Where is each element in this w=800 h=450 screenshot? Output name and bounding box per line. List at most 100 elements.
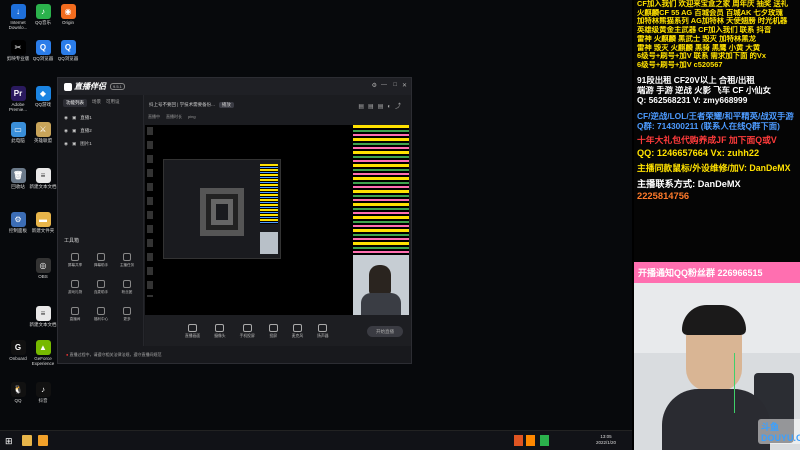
desktop-icon-label: 新建文本文档 [29, 322, 57, 327]
stream-preview[interactable] [145, 125, 409, 315]
desktop-icon-label: QQ [14, 398, 22, 403]
overlay-text-line: CF/逆战/LOL/王者荣耀/和平精英/战双手游 [637, 111, 794, 121]
desktop-icon[interactable]: ♪ QQ音乐 [29, 4, 57, 25]
tool-label: 游戏礼物 [67, 290, 83, 294]
overlay-text-line: 英雄级黄金主武器 CF加入我们 联系 抖音 [637, 26, 772, 35]
settings-icon[interactable]: ⚙ [372, 82, 377, 89]
desktop-icon[interactable]: ✂ 剪映专业版 [4, 40, 32, 61]
toolbox-item[interactable]: 游戏礼物 [62, 280, 88, 295]
tool-icon [97, 307, 105, 315]
close-icon[interactable]: ✕ [402, 82, 407, 89]
desktop-icon[interactable]: ↓ Internet Downlo... [4, 4, 32, 31]
scene-label: 直播2 [80, 127, 92, 133]
start-live-button[interactable]: 开始直播 [367, 326, 403, 337]
overlay-text-line: 雷神 毁灭 火麒麟 黑骑 黑鹰 小黄 大黄 [637, 43, 761, 52]
desktop-icon[interactable]: ▲ GeForce Experience [29, 340, 57, 367]
eye-icon[interactable]: ◉ [64, 115, 68, 121]
qq-game-icon: ◆ [35, 86, 51, 101]
bottom-tool-button[interactable]: 摄像头 [214, 324, 226, 339]
desktop-icon[interactable]: ♪ 抖音 [29, 382, 57, 403]
desktop-icon-label: QQ浏览器 [57, 56, 79, 61]
eye-icon[interactable]: ◉ [64, 128, 68, 134]
stream-info-overlay: CF加入我们 欢迎来宝盒之家 周年庆 抽奖 送礼 火麒麟CF 55 AG 百城会员… [634, 0, 800, 262]
desktop-icon[interactable]: ⚔ 英雄联盟 [29, 122, 57, 143]
start-icon[interactable]: ⊞ [5, 436, 13, 447]
tool-icon [71, 253, 79, 261]
toolbox-item[interactable]: 屏幕共享 [62, 253, 88, 268]
toolbox-item[interactable]: 连麦助手 [88, 280, 114, 295]
bottom-tool-icon [242, 324, 252, 332]
scene-item[interactable]: ◉ ▣ 直播1 [58, 111, 143, 124]
preview-header: 抖上号不要回 | 学技术需要备份... 播放 ▤▤▤◐⤴ [145, 95, 411, 115]
overlay-text-line: 主播联系方式: DanDeMX [637, 179, 741, 190]
taskbar-app-icon[interactable] [38, 435, 48, 446]
desktop-icon-label: 新建文本文档 [29, 184, 57, 189]
toolbox-item[interactable]: 福利中心 [88, 307, 114, 322]
toolbox-item[interactable]: 直播间 [62, 307, 88, 322]
desktop-icon[interactable]: 🗑 回收站 [4, 168, 32, 189]
preview-title: 抖上号不要回 | 学技术需要备份... [149, 102, 215, 107]
nested-window [163, 159, 281, 259]
live-companion-window: 直播伴侣 9.5.1 ⚙ — □ ✕ 功能列表 场景 可用设 ◉ ▣ 直播1 ◉ ▣ 直… [57, 77, 412, 364]
preview-badge[interactable]: 播放 [218, 102, 234, 108]
bottom-tool-button[interactable]: 直播画面 [185, 324, 200, 339]
toolbox-item[interactable]: 粉丝团 [114, 280, 140, 295]
bottom-tool-button[interactable]: 手机投屏 [240, 324, 255, 339]
desktop-icon[interactable]: Q QQ浏览器 [29, 40, 57, 61]
overlay-text-line: 加特林熊猫系列 AG加特林 天使翅膀 时光机器 [637, 17, 788, 26]
computer-icon: ▭ [10, 122, 26, 137]
bottom-tool-button[interactable]: 投屏 [268, 324, 278, 339]
scene-item[interactable]: ◉ ▣ 图片1 [58, 137, 143, 150]
tool-label: 连麦助手 [93, 290, 109, 294]
toolbox-item[interactable]: 主播任务 [114, 253, 140, 268]
desktop-icon[interactable]: ≡ 新建文本文档 [29, 168, 57, 189]
taskbar-tray-icon[interactable] [540, 435, 549, 446]
desktop-icon[interactable]: Q QQ浏览器 [54, 40, 82, 61]
eye-icon[interactable]: ◉ [64, 141, 68, 147]
desktop-icon[interactable]: ▭ 此电脑 [4, 122, 32, 143]
tab-scenes[interactable]: 场景 [92, 99, 101, 107]
text-file-icon: ≡ [35, 168, 51, 183]
toolbox-item[interactable]: 更多 [114, 307, 140, 322]
desktop-icon[interactable]: ◉ Origin [54, 4, 82, 25]
lock-icon[interactable]: ▣ [72, 115, 76, 121]
bottom-tool-label: 摄像头 [214, 334, 226, 338]
desktop-icon[interactable]: ⚙ 控制面板 [4, 212, 32, 233]
lock-icon[interactable]: ▣ [72, 141, 76, 147]
overlay-text-line: CF加入我们 欢迎来宝盒之家 周年庆 抽奖 送礼 [637, 0, 789, 8]
scene-item[interactable]: ◉ ▣ 直播2 [58, 124, 143, 137]
tool-icon [123, 307, 131, 315]
taskbar-app-icon[interactable] [22, 435, 32, 446]
desktop-icon-label: QQ游戏 [34, 102, 51, 107]
desktop-icon[interactable]: 🐧 QQ [4, 382, 32, 403]
desktop-icon[interactable]: ≡ 新建文本文档 [29, 306, 57, 327]
desktop-icon[interactable]: ▬ 新建文件夹 [29, 212, 57, 233]
preview-action-icons[interactable]: ▤▤▤◐⤴ [358, 101, 405, 110]
maximize-icon[interactable]: □ [393, 82, 397, 88]
logitech-icon: G [10, 340, 26, 355]
minimize-icon[interactable]: — [381, 82, 387, 88]
app-name: 直播伴侣 [74, 82, 106, 91]
douyu-watermark: 斗鱼 DOUYU.COM [758, 419, 800, 444]
clock[interactable]: 13:05 2022/1/20 [596, 434, 616, 446]
desktop-icon[interactable]: Pr Adobe Premie... [4, 86, 32, 113]
bottom-tool-button[interactable]: 麦克风 [292, 324, 303, 339]
nested-camera [260, 232, 278, 254]
desktop-icon-label: GeForce Experience [31, 356, 55, 367]
tab-devices[interactable]: 可用设 [106, 99, 120, 107]
tool-label: 粉丝团 [121, 290, 133, 294]
desktop-icon[interactable]: G Onboard [4, 340, 32, 361]
desktop-icon[interactable]: ◎ OBS [29, 258, 57, 279]
bottom-tool-button[interactable]: 扬声器 [317, 324, 329, 339]
overlay-text-line: 端游 手游 逆战 火影 飞车 CF 小仙女 [637, 85, 771, 95]
tab-features[interactable]: 功能列表 [63, 99, 87, 107]
toolbox-item[interactable]: 弹幕助手 [88, 253, 114, 268]
preview-overlay-text [353, 125, 409, 255]
desktop-icon[interactable]: ◆ QQ游戏 [29, 86, 57, 107]
lock-icon[interactable]: ▣ [72, 128, 76, 134]
bottom-tool-icon [268, 324, 278, 332]
bottom-tool-icon [318, 324, 328, 332]
taskbar-tray-icon[interactable] [526, 435, 535, 446]
desktop-icon-label: 抖音 [38, 398, 48, 403]
taskbar-tray-icon[interactable] [514, 435, 523, 446]
